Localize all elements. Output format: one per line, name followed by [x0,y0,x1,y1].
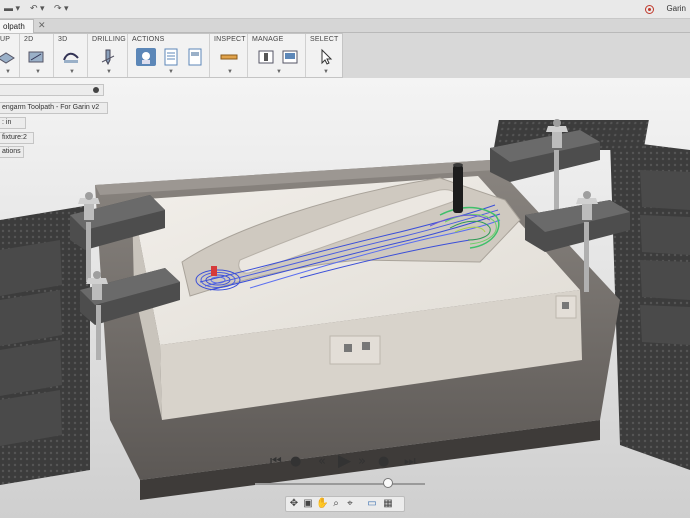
browser-item-operations[interactable]: ations [0,146,24,158]
orbit-icon[interactable]: ✥ [288,498,300,510]
skip-to-end-icon[interactable]: ⏭ [404,454,416,469]
browser-header[interactable] [0,84,104,96]
ribbon-group-label: UP [0,36,11,43]
tool-library-icon[interactable] [256,48,276,66]
ribbon-group-label: 2D [24,36,34,43]
ribbon-group-setup: UP ▼ [0,34,20,77]
chevron-down-icon[interactable]: ▼ [5,69,11,75]
chevron-down-icon[interactable]: ▼ [69,69,75,75]
zoom-icon[interactable]: ⌕ [330,498,342,510]
ribbon-group-label: INSPECT [214,36,246,43]
simulate-icon[interactable] [136,48,156,66]
fit-icon[interactable]: ⌖ [344,498,356,510]
select-cursor-icon[interactable] [315,48,335,66]
template-library-icon[interactable] [280,48,300,66]
tool-start-marker [211,266,217,276]
setup-icon[interactable] [0,48,16,66]
3d-toolpath-icon[interactable] [61,48,81,66]
drill-icon[interactable] [98,48,118,66]
2d-toolpath-icon[interactable] [26,48,46,66]
step-forward-icon[interactable]: » [358,454,366,469]
ribbon-group-actions: ACTIONS ▼ [128,34,210,77]
user-name[interactable]: Garin [666,4,686,13]
browser-item-label: ations [2,148,21,155]
ribbon-group-inspect: INSPECT ▼ [210,34,248,77]
ribbon-group-select: SELECT ▼ [306,34,343,77]
grid-settings-icon[interactable]: ▦ [382,498,394,510]
document-tab-strip: olpath ✕ [0,19,690,33]
simulation-playback: ⏮ ● « ▶ » ● ⏭ [268,451,418,472]
ribbon-group-label: 3D [58,36,68,43]
skip-to-start-icon[interactable]: ⏮ [270,454,282,469]
chevron-down-icon[interactable]: ▼ [227,69,233,75]
ribbon-group-drilling: DRILLING ▼ [88,34,128,77]
browser-item-fixture[interactable]: fixture:2 [0,132,34,144]
save-icon[interactable]: ▬ ▾ [4,3,20,14]
measure-icon[interactable] [219,48,239,66]
document-tab[interactable]: olpath [0,19,34,33]
ribbon-group-manage: MANAGE ▼ [248,34,306,77]
pan-icon[interactable]: ✋ [316,498,328,510]
record-icon[interactable] [645,5,654,14]
simulation-timeline[interactable] [255,483,425,485]
browser-item-document[interactable]: engarm Toolpath - For Garin v2 [0,102,108,114]
title-bar: ▬ ▾ ↶ ▾ ↷ ▾ Garin [0,0,690,19]
ribbon-group-label: DRILLING [92,36,126,43]
timeline-handle[interactable] [383,478,393,488]
cam-ribbon: UP ▼ 2D ▼ 3D ▼ DRILLING ▼ ACTIONS ▼ INSP… [0,33,343,78]
document-tab-label: olpath [3,22,25,31]
next-operation-icon[interactable]: ● [378,454,389,469]
ribbon-group-label: MANAGE [252,36,284,43]
ribbon-group-label: SELECT [310,36,339,43]
cutting-tool [453,163,463,213]
close-tab-icon[interactable]: ✕ [38,20,46,31]
previous-operation-icon[interactable]: ● [290,454,301,469]
chevron-down-icon[interactable]: ▼ [35,69,41,75]
ribbon-group-2d: 2D ▼ [20,34,54,77]
chevron-down-icon[interactable]: ▼ [323,69,329,75]
step-back-icon[interactable]: « [318,454,326,469]
browser-item-label: : in [2,119,12,126]
ribbon-group-label: ACTIONS [132,36,165,43]
setup-sheet-icon[interactable] [185,48,205,66]
ribbon-group-3d: 3D ▼ [54,34,88,77]
chevron-down-icon[interactable]: ▼ [106,69,112,75]
undo-icon[interactable]: ↶ ▾ [30,3,45,14]
browser-item-label: engarm Toolpath - For Garin v2 [2,104,100,111]
chevron-down-icon[interactable]: ▼ [276,69,282,75]
browser-item-label: fixture:2 [2,134,27,141]
redo-icon[interactable]: ↷ ▾ [54,3,69,14]
post-process-icon[interactable] [161,48,181,66]
browser-item-units[interactable]: : in [0,117,26,129]
chevron-down-icon[interactable]: ▼ [168,69,174,75]
play-icon[interactable]: ▶ [338,451,351,471]
navigation-bar: ✥ ▣ ✋ ⌕ ⌖ ▭ ▦ [285,496,405,512]
look-at-icon[interactable]: ▣ [302,498,314,510]
visibility-dot-icon[interactable] [93,87,99,93]
display-settings-icon[interactable]: ▭ [366,498,378,510]
